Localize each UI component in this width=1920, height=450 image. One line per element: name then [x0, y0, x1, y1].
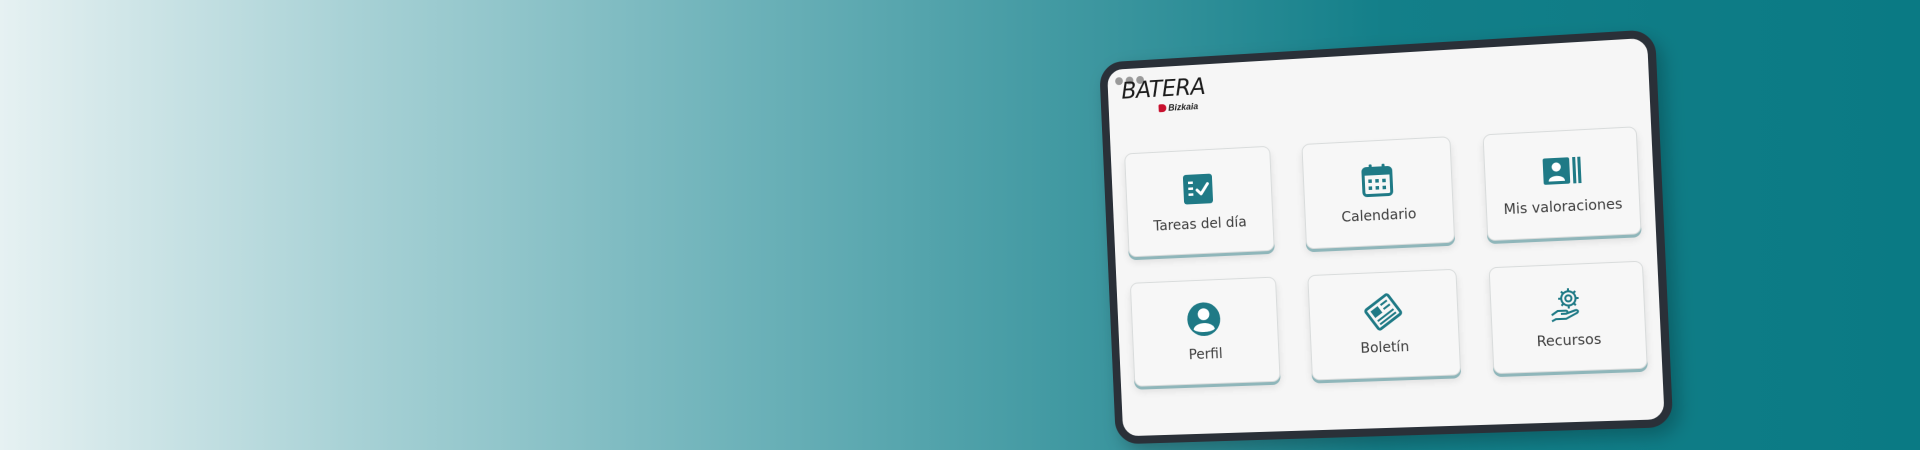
menu-card-perfil[interactable]: Perfil [1129, 276, 1281, 387]
brand-subtitle-text: Bizkaia [1168, 101, 1199, 113]
menu-label: Tareas del día [1153, 214, 1247, 235]
menu-card-recursos[interactable]: Recursos [1488, 260, 1648, 375]
newsletter-icon [1362, 291, 1404, 333]
menu-card-tareas[interactable]: Tareas del día [1124, 145, 1275, 258]
resources-hand-gear-icon [1546, 284, 1589, 326]
task-list-icon [1183, 173, 1214, 205]
user-profile-icon [1186, 301, 1222, 337]
calendar-icon [1357, 159, 1399, 201]
brand-subtitle: Bizkaia [1158, 101, 1206, 114]
menu-card-boletin[interactable]: Boletín [1306, 268, 1462, 381]
brand-name: BATERA [1120, 74, 1206, 105]
menu-label: Calendario [1341, 206, 1417, 227]
tablet-frame: BATERA Bizkaia Tareas del día Calendario… [1099, 29, 1674, 445]
menu-label: Perfil [1188, 346, 1223, 364]
contact-card-icon [1542, 156, 1582, 186]
app-logo: BATERA Bizkaia [1121, 74, 1206, 115]
menu-label: Recursos [1536, 331, 1602, 351]
bizkaia-logo-icon [1158, 104, 1167, 113]
menu-label: Mis valoraciones [1503, 196, 1623, 219]
menu-grid: Tareas del día Calendario Mis valoracion… [1124, 126, 1648, 387]
menu-card-calendario[interactable]: Calendario [1301, 136, 1456, 250]
menu-label: Boletín [1360, 339, 1410, 358]
menu-card-valoraciones[interactable]: Mis valoraciones [1482, 126, 1642, 242]
